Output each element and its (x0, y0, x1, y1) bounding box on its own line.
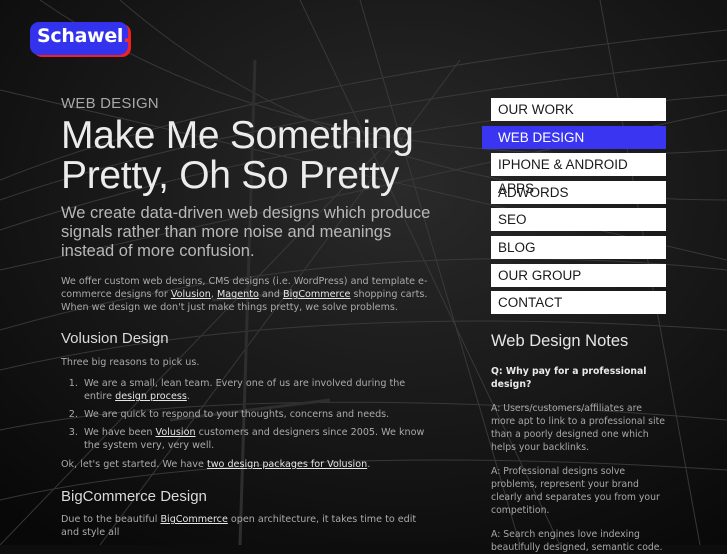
reasons-list: We are a small, lean team. Every one of … (61, 377, 436, 452)
list-item: We are a small, lean team. Every one of … (81, 377, 436, 403)
bigcommerce-link[interactable]: BigCommerce (283, 289, 350, 300)
notes-answer: A: Professional designs solve problems, … (491, 466, 660, 516)
nav-item-iphone-android-apps[interactable]: IPHONE & ANDROID APPS (491, 153, 666, 196)
intro-paragraph: We offer custom web designs, CMS designs… (61, 276, 428, 313)
design-notes: Web Design Notes Q: Why pay for a profes… (491, 332, 666, 554)
notes-answer: A: Users/customers/affiliates are more a… (491, 403, 665, 453)
bigcommerce-paragraph: Due to the beautiful BigCommerce open ar… (61, 514, 417, 538)
volusion-link[interactable]: Volusion (171, 289, 211, 300)
design-packages-link[interactable]: two design packages for Volusion (207, 459, 367, 470)
reasons-intro: Three big reasons to pick us. (61, 357, 200, 368)
section-kicker: WEB DESIGN (61, 95, 159, 112)
volusion-heading: Volusion Design (61, 330, 169, 347)
logo-text: Schawel. (37, 25, 131, 47)
notes-answer: A: Search engines love indexing beautifu… (491, 529, 663, 553)
magento-link[interactable]: Magento (217, 289, 259, 300)
nav-item-our-group[interactable]: OUR GROUP (491, 263, 666, 287)
nav-item-web-design[interactable]: WEB DESIGN (482, 125, 666, 149)
nav-item-our-work[interactable]: OUR WORK (491, 98, 666, 121)
nav-item-contact[interactable]: CONTACT (491, 291, 666, 315)
packages-paragraph: Ok, let's get started. We have two desig… (61, 459, 371, 470)
list-item: We have been Volusion customers and desi… (81, 426, 436, 452)
main-content: WEB DESIGN Make Me Something Pretty, Oh … (61, 95, 436, 539)
nav-item-blog[interactable]: BLOG (491, 235, 666, 259)
notes-title: Web Design Notes (491, 332, 629, 350)
bigcommerce-heading: BigCommerce Design (61, 488, 207, 505)
lead-paragraph: We create data-driven web designs which … (61, 204, 431, 260)
nav-item-seo[interactable]: SEO (491, 208, 666, 232)
list-item: We are quick to respond to your thoughts… (81, 408, 436, 421)
main-nav: OUR WORK WEB DESIGN IPHONE & ANDROID APP… (482, 98, 666, 319)
design-process-link[interactable]: design process (115, 391, 187, 402)
site-logo[interactable]: Schawel. (30, 22, 131, 55)
notes-question: Q: Why pay for a professional design? (491, 366, 647, 390)
volusion-link-2[interactable]: Volusion (156, 427, 196, 438)
page-headline: Make Me Something Pretty, Oh So Pretty (61, 116, 436, 196)
headline-line-1: Make Me Something (61, 114, 414, 157)
bigcommerce-link-2[interactable]: BigCommerce (160, 514, 227, 525)
nav-item-adwords[interactable]: ADWORDS (491, 180, 666, 204)
headline-line-2: Pretty, Oh So Pretty (61, 154, 399, 197)
